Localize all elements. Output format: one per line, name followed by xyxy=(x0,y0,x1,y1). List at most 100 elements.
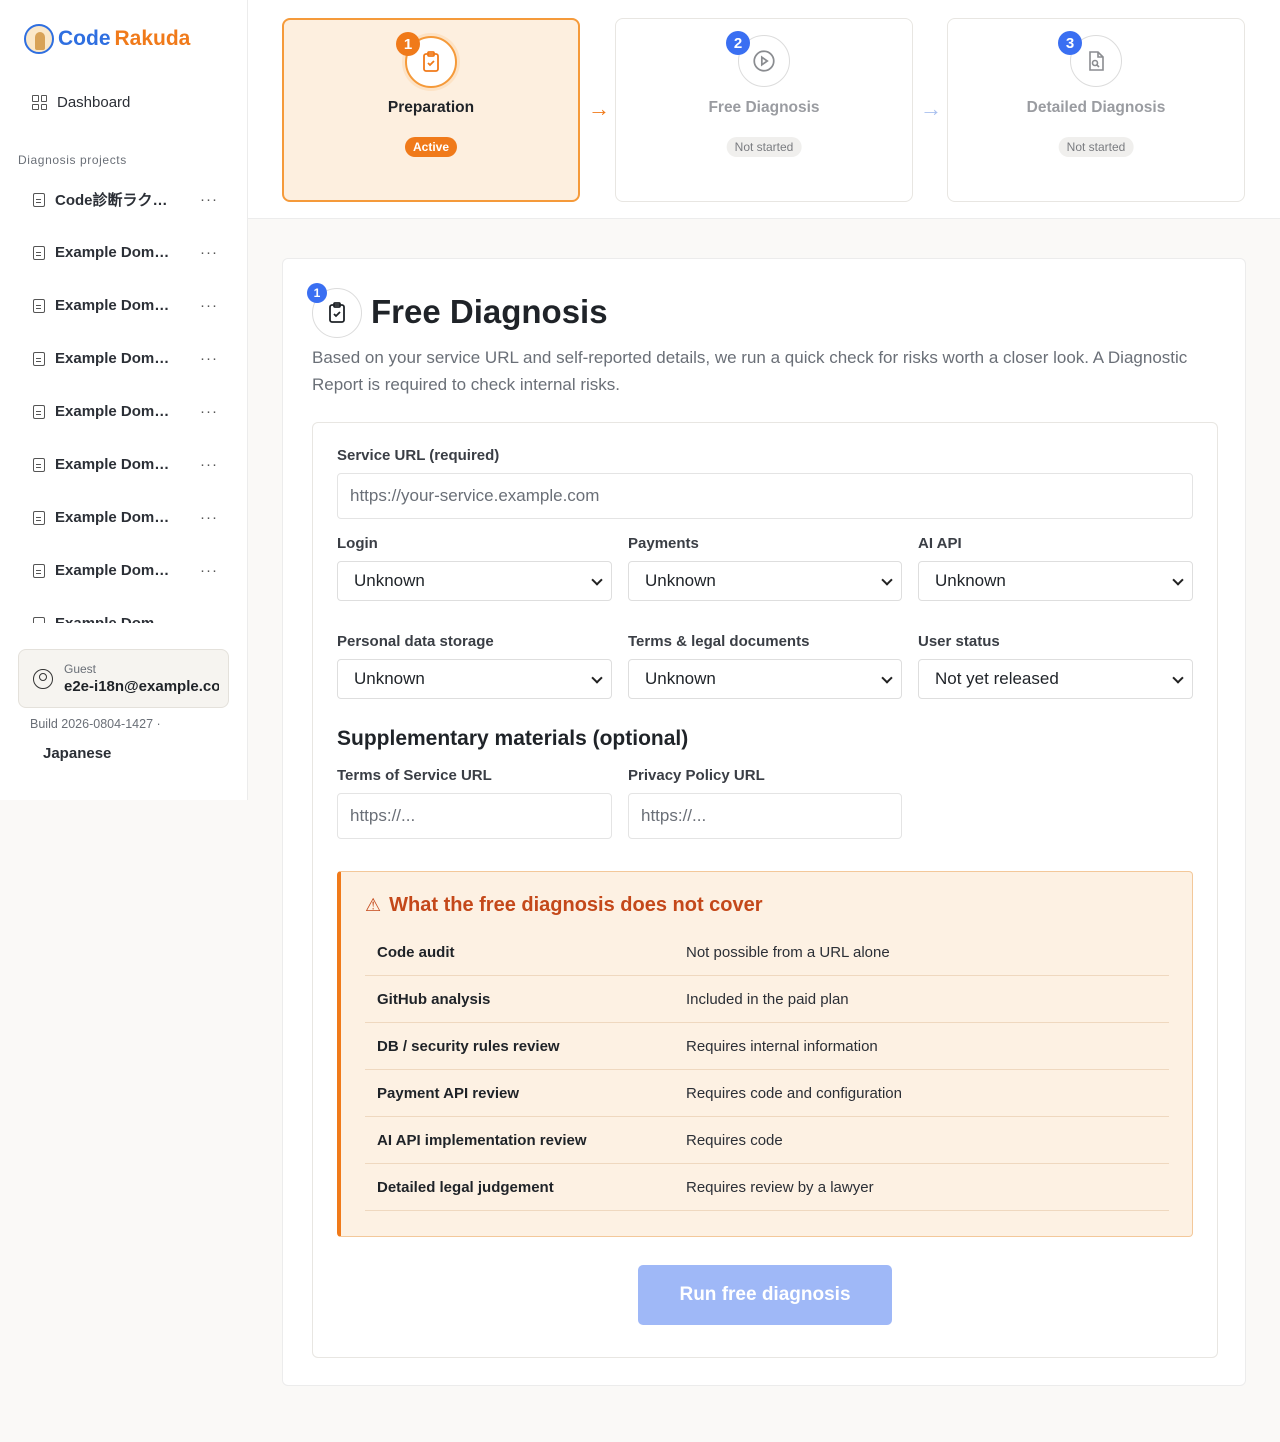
tos-url-input[interactable]: https://... xyxy=(337,793,612,839)
chevron-down-icon xyxy=(1172,672,1184,684)
table-row: DB / security rules review Requires inte… xyxy=(365,1023,1169,1070)
project-name: Example Dom… xyxy=(55,615,175,623)
document-icon xyxy=(33,404,45,419)
step-free-diagnosis[interactable]: 2 Free Diagnosis Not started xyxy=(615,18,913,202)
language-switch[interactable]: Japanese xyxy=(43,745,111,762)
step-number: 1 xyxy=(396,32,420,56)
user-account-card[interactable]: Guest e2e-i18n@example.com xyxy=(18,649,229,708)
user-role: Guest xyxy=(64,662,97,676)
terms-legal-select[interactable]: Unknown xyxy=(628,659,902,699)
service-url-input[interactable]: https://your-service.example.com xyxy=(337,473,1193,519)
chevron-down-icon xyxy=(591,574,603,586)
sidebar: Code Rakuda Dashboard Diagnosis projects… xyxy=(0,0,248,800)
project-item[interactable]: Example Dom… ··· xyxy=(0,279,247,332)
project-list: Code診断ラク… ··· Example Dom… ··· Example D… xyxy=(0,173,247,623)
project-item[interactable]: Example Dom… ··· xyxy=(0,332,247,385)
document-icon xyxy=(33,457,45,472)
table-row: GitHub analysis Included in the paid pla… xyxy=(365,976,1169,1023)
more-options-icon[interactable]: ··· xyxy=(200,562,218,579)
dashboard-grid-icon xyxy=(32,95,47,110)
step-number: 2 xyxy=(726,31,750,55)
project-name: Example Dom… xyxy=(55,509,170,526)
step-number-badge: 1 xyxy=(307,283,327,303)
select-value: Unknown xyxy=(354,669,425,688)
select-value: Unknown xyxy=(354,571,425,590)
ai-api-select[interactable]: Unknown xyxy=(918,561,1193,601)
privacy-url-label: Privacy Policy URL xyxy=(628,767,765,784)
privacy-url-input[interactable]: https://... xyxy=(628,793,902,839)
brand-code: Code xyxy=(58,27,111,50)
payments-select[interactable]: Unknown xyxy=(628,561,902,601)
more-options-icon[interactable]: ··· xyxy=(200,350,218,367)
coverage-item: Detailed legal judgement xyxy=(377,1178,554,1196)
step-preparation[interactable]: 1 Preparation Active xyxy=(282,18,580,202)
login-label: Login xyxy=(337,535,378,552)
table-row: AI API implementation review Requires co… xyxy=(365,1117,1169,1164)
project-item[interactable]: Example Dom… ··· xyxy=(0,385,247,438)
run-free-diagnosis-button[interactable]: Run free diagnosis xyxy=(638,1265,892,1325)
status-badge: Not started xyxy=(726,137,802,157)
progress-stepper: 1 Preparation Active → 2 Free Diagnosis … xyxy=(248,0,1280,219)
project-name: Example Dom… xyxy=(55,562,170,579)
select-value: Unknown xyxy=(935,571,1006,590)
more-options-icon[interactable]: ··· xyxy=(200,615,218,623)
more-options-icon[interactable]: ··· xyxy=(200,403,218,420)
more-options-icon[interactable]: ··· xyxy=(200,244,218,261)
build-version: Build 2026-0804-1427 · xyxy=(30,717,161,731)
brand-rakuda: Rakuda xyxy=(114,27,191,50)
login-select[interactable]: Unknown xyxy=(337,561,612,601)
camel-mascot-icon xyxy=(24,24,54,54)
ai-api-label: AI API xyxy=(918,535,962,552)
chevron-down-icon xyxy=(881,574,893,586)
status-badge: Active xyxy=(404,137,458,157)
more-options-icon[interactable]: ··· xyxy=(200,456,218,473)
coverage-item: Code audit xyxy=(377,943,455,961)
page-title: Free Diagnosis xyxy=(371,293,608,330)
tos-url-label: Terms of Service URL xyxy=(337,767,492,784)
project-item[interactable]: Example Dom… ··· xyxy=(0,544,247,597)
sidebar-item-dashboard[interactable]: Dashboard xyxy=(32,94,130,111)
table-row: Detailed legal judgement Requires review… xyxy=(365,1164,1169,1211)
project-name: Example Dom… xyxy=(55,297,170,314)
chevron-down-icon xyxy=(1172,574,1184,586)
diagnosis-form: Service URL (required) https://your-serv… xyxy=(312,422,1218,1358)
personal-data-select[interactable]: Unknown xyxy=(337,659,612,699)
select-value: Unknown xyxy=(645,571,716,590)
user-status-select[interactable]: Not yet released xyxy=(918,659,1193,699)
free-diagnosis-card: 1 Free Diagnosis Based on your service U… xyxy=(282,258,1246,1386)
more-options-icon[interactable]: ··· xyxy=(200,191,218,208)
document-icon xyxy=(33,351,45,366)
project-name: Example Dom… xyxy=(55,350,170,367)
table-row: Code audit Not possible from a URL alone xyxy=(365,929,1169,976)
project-item[interactable]: Example Dom… ··· xyxy=(0,226,247,279)
chevron-down-icon xyxy=(591,672,603,684)
projects-section-label: Diagnosis projects xyxy=(18,153,127,167)
terms-legal-label: Terms & legal documents xyxy=(628,633,810,650)
app-logo[interactable]: Code Rakuda xyxy=(24,24,190,54)
user-status-label: User status xyxy=(918,633,1000,650)
payments-label: Payments xyxy=(628,535,699,552)
step-number: 3 xyxy=(1058,31,1082,55)
step-title: Free Diagnosis xyxy=(708,99,820,116)
chevron-down-icon xyxy=(881,672,893,684)
coverage-reason: Included in the paid plan xyxy=(686,990,849,1008)
more-options-icon[interactable]: ··· xyxy=(200,297,218,314)
project-item[interactable]: Example Dom… ··· xyxy=(0,491,247,544)
select-value: Unknown xyxy=(645,669,716,688)
document-icon xyxy=(33,298,45,313)
project-item[interactable]: Example Dom… ··· xyxy=(0,597,247,623)
step-detailed-diagnosis[interactable]: 3 Detailed Diagnosis Not started xyxy=(947,18,1245,202)
more-options-icon[interactable]: ··· xyxy=(200,509,218,526)
coverage-table: Code audit Not possible from a URL alone… xyxy=(365,929,1169,1211)
coverage-reason: Not possible from a URL alone xyxy=(686,943,890,961)
personal-data-label: Personal data storage xyxy=(337,633,494,650)
select-value: Not yet released xyxy=(935,669,1059,688)
coverage-item: AI API implementation review xyxy=(377,1131,587,1149)
project-item[interactable]: Example Dom… ··· xyxy=(0,438,247,491)
project-name: Example Dom… xyxy=(55,244,170,261)
user-avatar-icon xyxy=(33,669,53,689)
project-item[interactable]: Code診断ラク… ··· xyxy=(0,173,247,226)
step-title: Detailed Diagnosis xyxy=(1026,99,1166,116)
service-url-label: Service URL (required) xyxy=(337,447,500,464)
project-name: Code診断ラク… xyxy=(55,192,168,209)
